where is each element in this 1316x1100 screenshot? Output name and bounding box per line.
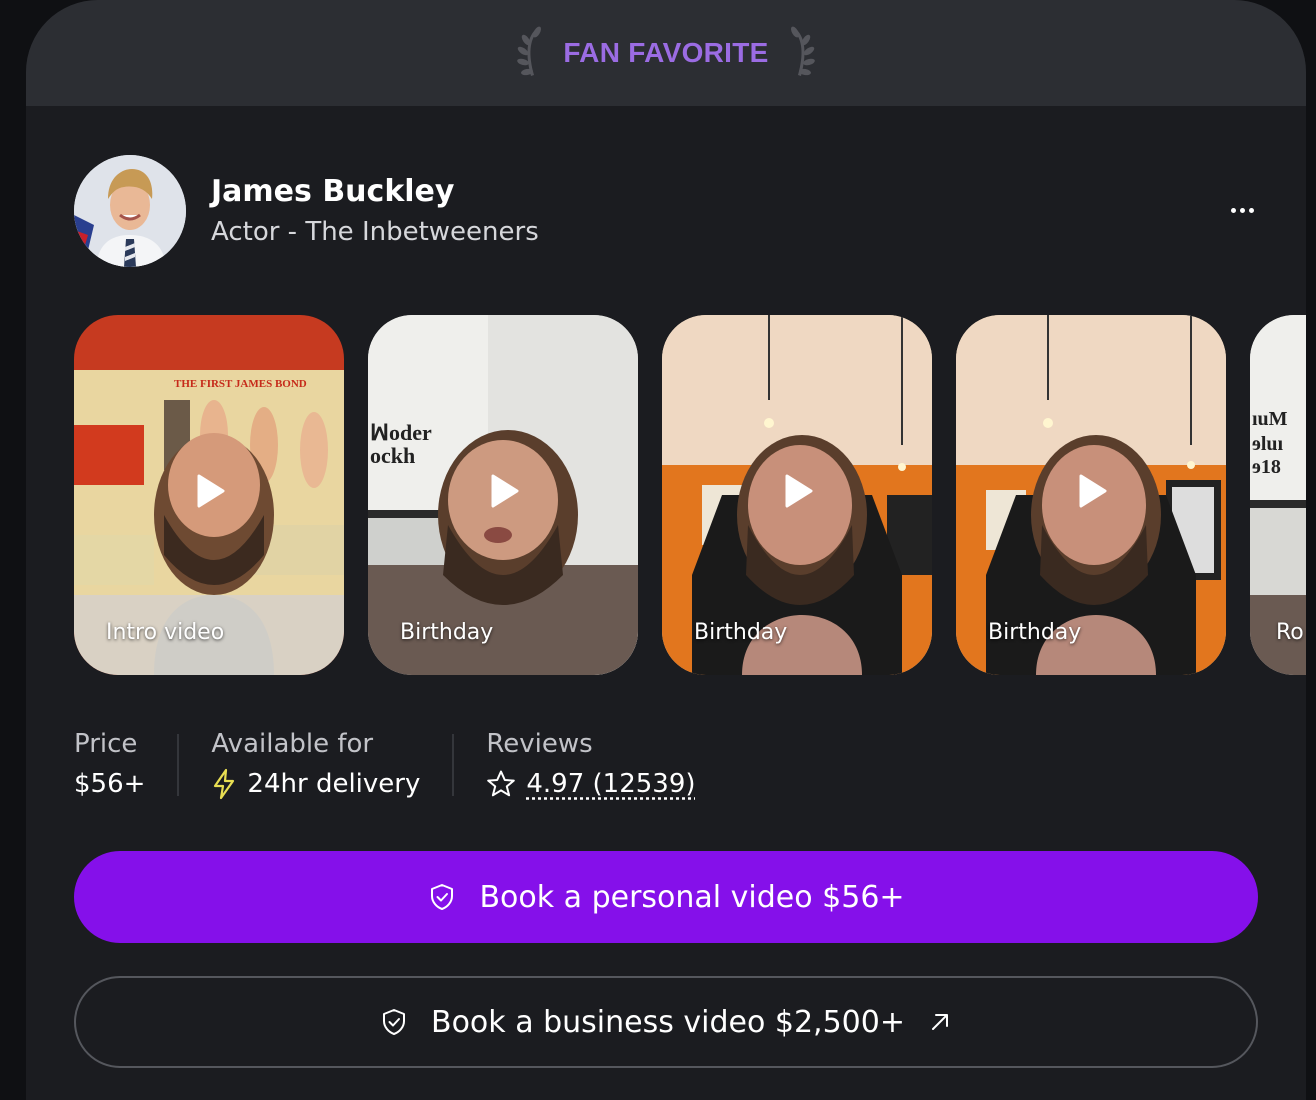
video-label: Ro <box>1276 620 1304 645</box>
arrow-up-right-icon <box>932 1014 948 1030</box>
svg-text:ockh: ockh <box>370 443 415 468</box>
availability-value: 24hr delivery <box>211 768 420 800</box>
play-icon <box>785 474 813 508</box>
play-icon <box>1079 474 1107 508</box>
talent-name[interactable]: James Buckley <box>211 173 539 211</box>
fan-favorite-banner: FAN FAVORITE <box>26 0 1306 106</box>
more-options-icon <box>1230 207 1236 213</box>
video-thumbnail-birthday[interactable]: Birthday <box>662 315 932 675</box>
svg-text:THE FIRST JAMES BOND: THE FIRST JAMES BOND <box>174 378 307 390</box>
stats-row: Price $56+ Available for 24hr delivery R… <box>74 728 696 800</box>
play-icon <box>197 474 225 508</box>
laurel-right-icon <box>790 26 815 76</box>
svg-text:ɘluı: ɘluı <box>1252 433 1284 455</box>
delivery-text: 24hr delivery <box>247 769 421 799</box>
video-label: Birthday <box>400 620 494 645</box>
price-stat: Price $56+ <box>74 728 145 800</box>
svg-text:ɘ18: ɘ18 <box>1252 456 1281 478</box>
laurel-left-icon <box>517 26 542 76</box>
more-options-button[interactable] <box>1222 193 1262 227</box>
reviews-link[interactable]: 4.97 (12539) <box>526 768 695 800</box>
book-business-video-button[interactable]: Book a business video $2,500+ <box>74 976 1258 1068</box>
video-thumbnail-partial[interactable]: ıuM ɘluı ɘ18 Ro <box>1250 315 1306 675</box>
talent-subtitle: Actor - The Inbetweeners <box>211 217 539 247</box>
divider <box>177 734 180 796</box>
banner-title: FAN FAVORITE <box>563 37 769 68</box>
profile-header: James Buckley Actor - The Inbetweeners <box>74 155 539 267</box>
availability-stat: Available for 24hr delivery <box>211 728 420 800</box>
video-label: Birthday <box>988 620 1082 645</box>
page: FAN FAVORITE James Buckley Actor - The I… <box>0 0 1316 1100</box>
video-thumbnail-intro[interactable]: THE FIRST JAMES BOND Intro video <box>74 315 344 675</box>
svg-text:ꟽoder: ꟽoder <box>370 420 432 445</box>
more-options-dot <box>1248 207 1254 213</box>
book-personal-video-label: Book a personal video $56+ <box>479 879 905 915</box>
price-amount: $56+ <box>74 769 146 799</box>
divider <box>452 734 455 796</box>
lightning-icon <box>214 768 235 800</box>
svg-text:ıuM: ıuM <box>1252 408 1288 430</box>
price-value: $56+ <box>74 768 145 800</box>
video-thumbnail-birthday[interactable]: Birthday <box>956 315 1226 675</box>
reviews-label: Reviews <box>486 729 593 759</box>
availability-label: Available for <box>211 729 374 759</box>
price-label: Price <box>74 729 138 759</box>
talent-card: FAN FAVORITE James Buckley Actor - The I… <box>26 0 1306 1100</box>
video-carousel[interactable]: THE FIRST JAMES BOND Intro video ꟽoder o… <box>74 315 1306 675</box>
more-options-dot <box>1239 207 1245 213</box>
book-business-video-label: Book a business video $2,500+ <box>431 1004 905 1040</box>
reviews-stat: Reviews 4.97 (12539) <box>486 728 695 800</box>
video-label: Birthday <box>694 620 788 645</box>
star-icon <box>487 770 516 797</box>
play-icon <box>491 474 519 508</box>
video-label: Intro video <box>106 620 225 645</box>
reviews-value: 4.97 (12539) <box>486 768 696 800</box>
shield-check-icon <box>383 1009 405 1035</box>
video-thumbnail-birthday[interactable]: ꟽoder ockh Birthday <box>368 315 638 675</box>
avatar[interactable] <box>74 155 186 267</box>
shield-check-icon <box>431 884 454 910</box>
profile-text: James Buckley Actor - The Inbetweeners <box>211 173 539 249</box>
book-personal-video-button[interactable]: Book a personal video $56+ <box>74 851 1258 943</box>
